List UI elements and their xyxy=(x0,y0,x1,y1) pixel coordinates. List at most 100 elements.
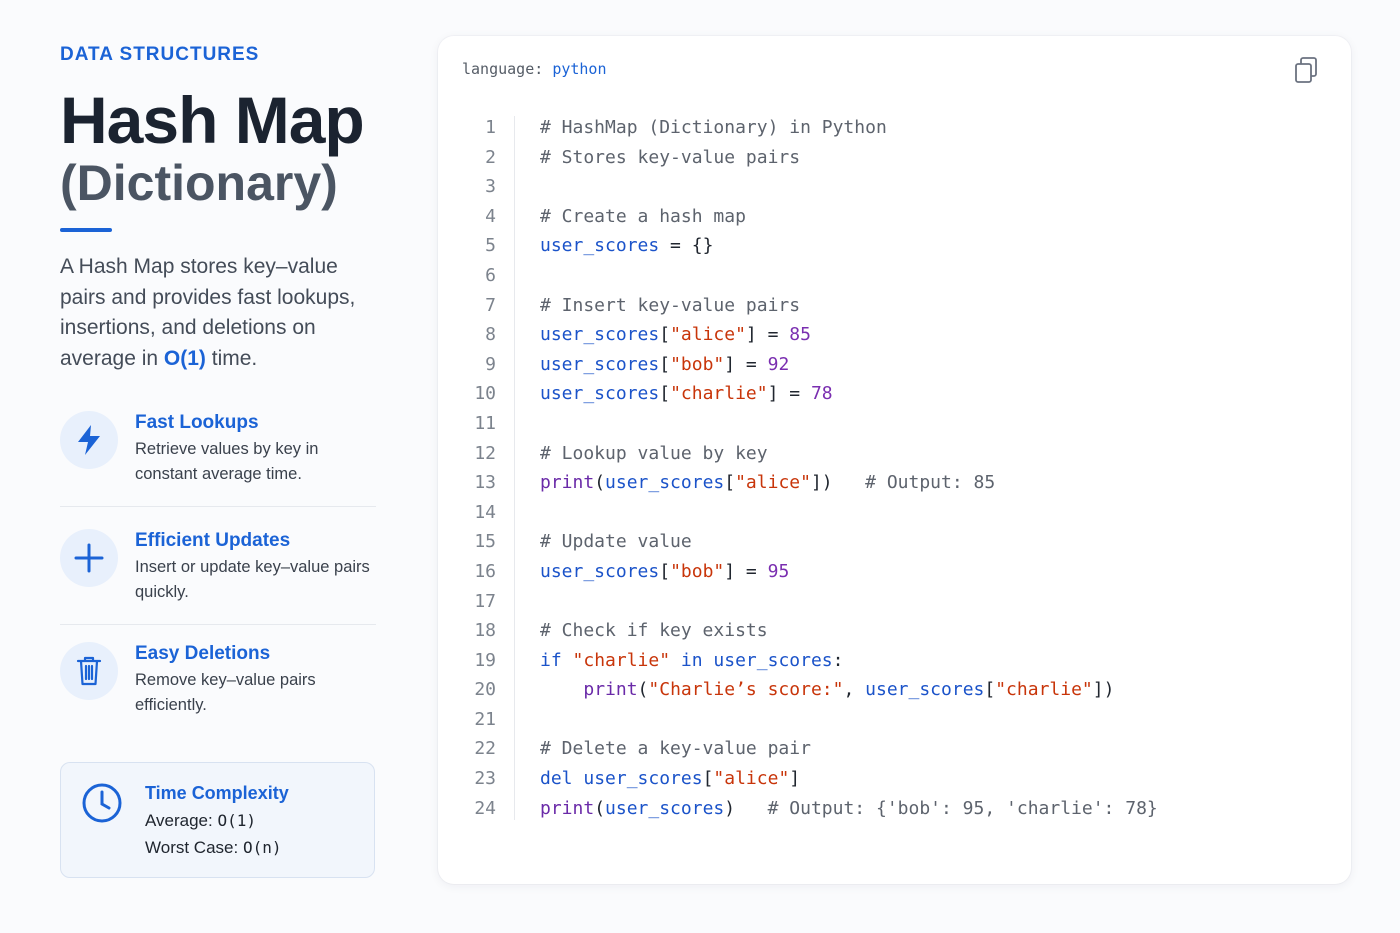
code-token: # Stores key-value pairs xyxy=(540,146,801,168)
line-number: 7 xyxy=(485,294,496,316)
trash-icon xyxy=(60,642,118,700)
line-code: user_scores["bob"] = 95 xyxy=(540,557,789,587)
code-token: [ xyxy=(659,560,671,582)
code-token: "alice" xyxy=(670,324,746,346)
time-complexity-card: Time Complexity Average: O(1) Worst Case… xyxy=(60,762,375,878)
feature-efficient-updates: Efficient Updates Insert or update key–v… xyxy=(60,529,376,647)
line-number: 6 xyxy=(485,264,496,286)
lightning-icon xyxy=(60,411,118,469)
description: A Hash Map stores key–value pairs and pr… xyxy=(60,252,380,374)
code-line: 22 # Delete a key-value pair xyxy=(438,734,1338,764)
line-code: # Delete a key-value pair xyxy=(540,734,811,764)
page-subtitle: (Dictionary) xyxy=(60,155,338,211)
code-line: 24 print(user_scores) # Output: {'bob': 9… xyxy=(438,794,1338,824)
feature-easy-deletions: Easy Deletions Remove key–value pairs ef… xyxy=(60,642,376,760)
code-line: 5 user_scores = {} xyxy=(438,231,1338,261)
line-number: 8 xyxy=(485,324,496,346)
line-number: 16 xyxy=(474,560,496,582)
code-token: , xyxy=(843,679,866,701)
average-label: Average: xyxy=(145,811,213,830)
code-line: 12 # Lookup value by key xyxy=(438,439,1338,469)
line-code: # Check if key exists xyxy=(540,616,768,646)
code-token: user_scores xyxy=(605,797,725,819)
complexity-worst: Worst Case: O(n) xyxy=(145,838,281,858)
copy-button[interactable] xyxy=(1293,55,1321,85)
code-token: # Update value xyxy=(540,531,692,553)
line-number: 18 xyxy=(474,620,496,642)
code-token: 95 xyxy=(767,560,790,582)
code-line: 8 user_scores["alice"] = 85 xyxy=(438,320,1338,350)
code-line: 14 xyxy=(438,498,1338,528)
code-token: user_scores xyxy=(865,679,985,701)
code-token: in xyxy=(670,649,714,671)
line-code: # Stores key-value pairs xyxy=(540,143,800,173)
code-token: ( xyxy=(594,472,606,494)
code-token: user_scores xyxy=(713,649,833,671)
description-highlight: O(1) xyxy=(163,346,206,370)
line-code: if "charlie" in user_scores: xyxy=(540,646,843,676)
code-lines: 1 # HashMap (Dictionary) in Python 2 # Stor… xyxy=(438,113,1338,823)
plus-icon xyxy=(60,529,118,587)
line-number: 17 xyxy=(474,590,496,612)
code-line: 15 # Update value xyxy=(438,527,1338,557)
code-token: user_scores xyxy=(540,560,660,582)
code-token: ] xyxy=(789,768,801,790)
line-number: 22 xyxy=(474,738,496,760)
code-token: : xyxy=(832,649,844,671)
worst-label: Worst Case: xyxy=(145,838,239,857)
code-token: # Lookup value by key xyxy=(540,442,768,464)
line-number: 15 xyxy=(474,531,496,553)
feature-text: Remove key–value pairs efficiently. xyxy=(135,671,316,714)
code-line: 11 xyxy=(438,409,1338,439)
line-number: 19 xyxy=(474,649,496,671)
line-number: 23 xyxy=(474,768,496,790)
code-token: user_scores xyxy=(540,235,660,257)
code-token: "bob" xyxy=(670,353,725,375)
line-number: 1 xyxy=(485,117,496,138)
code-line: 17 xyxy=(438,587,1338,617)
code-token: ( xyxy=(637,679,649,701)
line-code: user_scores["alice"] = 85 xyxy=(540,320,811,350)
code-token: "alice" xyxy=(713,768,790,790)
line-code: print(user_scores) # Output: {'bob': 95,… xyxy=(540,794,1158,824)
divider xyxy=(60,506,376,507)
line-number: 13 xyxy=(474,472,496,494)
line-code: del user_scores["alice"] xyxy=(540,764,800,794)
code-line: 19 if "charlie" in user_scores: xyxy=(438,646,1338,676)
code-token: ( xyxy=(594,797,606,819)
code-token: [ xyxy=(724,472,736,494)
feature-title: Fast Lookups xyxy=(135,412,259,433)
code-token: = {} xyxy=(659,235,714,257)
line-number: 3 xyxy=(485,176,496,198)
line-number: 4 xyxy=(485,205,496,227)
average-value: O(1) xyxy=(217,811,256,830)
line-code: user_scores = {} xyxy=(540,231,713,261)
line-code: # Lookup value by key xyxy=(540,439,768,469)
code-line: 7 # Insert key-value pairs xyxy=(438,291,1338,321)
line-code: # Update value xyxy=(540,527,692,557)
code-token: user_scores xyxy=(540,324,660,346)
worst-value: O(n) xyxy=(242,838,282,857)
line-code: user_scores["charlie"] = 78 xyxy=(540,379,833,409)
code-token: # Check if key exists xyxy=(540,620,768,642)
code-line: 3 xyxy=(438,172,1338,202)
code-token: user_scores xyxy=(540,353,660,375)
code-token: "Charlie’s score:" xyxy=(648,679,844,701)
line-number: 2 xyxy=(485,146,496,168)
line-code: # Create a hash map xyxy=(540,202,746,232)
description-end: time. xyxy=(205,346,258,370)
code-token: "charlie" xyxy=(995,679,1093,701)
feature-text: Retrieve values by key in constant avera… xyxy=(135,440,319,483)
line-number: 10 xyxy=(474,383,496,405)
line-number: 24 xyxy=(474,797,496,819)
code-line: 6 xyxy=(438,261,1338,291)
line-number: 14 xyxy=(474,501,496,523)
code-line: 21 xyxy=(438,705,1338,735)
code-line: 9 user_scores["bob"] = 92 xyxy=(438,350,1338,380)
line-number: 12 xyxy=(474,442,496,464)
line-code: print("Charlie’s score:", user_scores["c… xyxy=(540,675,1114,705)
code-line: 16 user_scores["bob"] = 95 xyxy=(438,557,1338,587)
line-number: 11 xyxy=(474,412,496,434)
code-line: 1 # HashMap (Dictionary) in Python xyxy=(438,113,1338,143)
